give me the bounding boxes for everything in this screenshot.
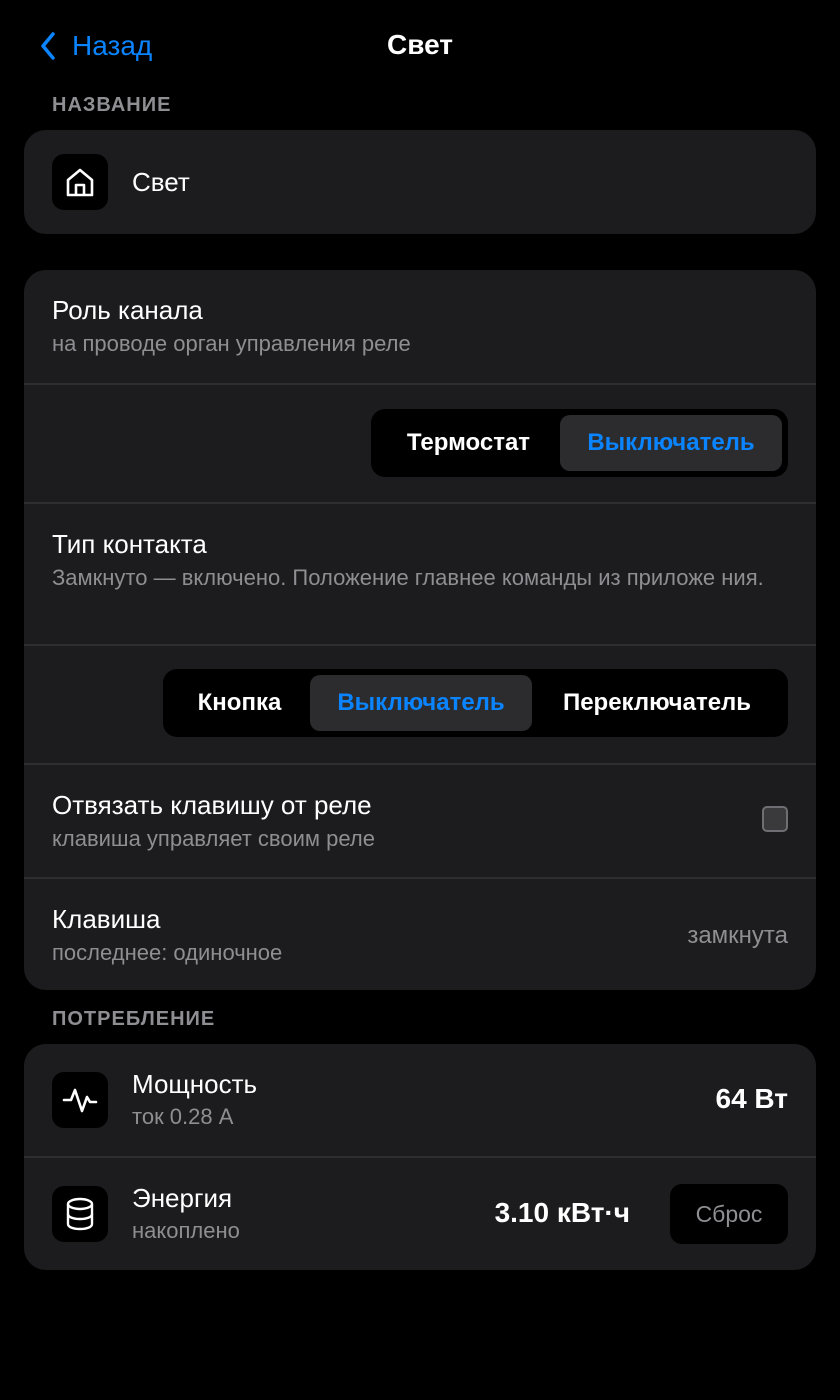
energy-title: Энергия <box>132 1183 233 1213</box>
detach-key-row[interactable]: Отвязать клавишу от реле клавиша управля… <box>24 763 816 877</box>
home-icon <box>52 154 108 210</box>
device-name: Свет <box>132 167 190 197</box>
contact-type-subtitle: Замкнуто — включено. Положение главнее к… <box>52 565 764 590</box>
detach-key-checkbox[interactable] <box>762 806 788 832</box>
segment-button[interactable]: Кнопка <box>169 675 310 731</box>
energy-subtitle: накоплено <box>132 1218 240 1243</box>
segment-thermostat[interactable]: Термостат <box>377 415 560 471</box>
contact-type-row: Тип контакта Замкнуто — включено. Положе… <box>24 502 816 644</box>
navigation-bar: Назад Свет <box>0 0 840 90</box>
page-title: Свет <box>387 29 453 60</box>
name-card: Свет <box>24 130 816 234</box>
section-header-consumption: ПОТРЕБЛЕНИЕ <box>52 1008 216 1030</box>
key-subtitle: последнее: одиночное <box>52 940 283 965</box>
key-title: Клавиша <box>52 904 161 934</box>
key-state-value: замкнута <box>687 922 788 949</box>
key-status-row: Клавиша последнее: одиночное замкнута <box>24 877 816 990</box>
channel-role-title: Роль канала <box>52 295 203 325</box>
segment-switch-role[interactable]: Выключатель <box>560 415 782 471</box>
channel-role-segmented-control[interactable]: Термостат Выключатель <box>371 409 788 477</box>
database-icon <box>52 1186 108 1242</box>
power-title: Мощность <box>132 1069 258 1099</box>
contact-type-selector-row: Кнопка Выключатель Переключатель <box>24 644 816 763</box>
detach-key-title: Отвязать клавишу от реле <box>52 790 372 820</box>
channel-role-row: Роль канала на проводе орган управления … <box>24 270 816 383</box>
section-header-name: НАЗВАНИЕ <box>52 94 172 116</box>
channel-settings-card: Роль канала на проводе орган управления … <box>24 270 816 990</box>
power-subtitle: ток 0.28 А <box>132 1104 234 1129</box>
contact-type-title: Тип контакта <box>52 529 207 559</box>
contact-type-segmented-control[interactable]: Кнопка Выключатель Переключатель <box>163 669 788 737</box>
power-row: Мощность ток 0.28 А 64 Вт <box>24 1044 816 1156</box>
channel-role-subtitle: на проводе орган управления реле <box>52 331 411 356</box>
channel-role-selector-row: Термостат Выключатель <box>24 383 816 502</box>
detach-key-subtitle: клавиша управляет своим реле <box>52 826 375 851</box>
energy-value: 3.10 кВт·ч <box>494 1197 630 1228</box>
segment-switch-contact[interactable]: Выключатель <box>310 675 532 731</box>
power-value: 64 Вт <box>715 1083 789 1114</box>
reset-energy-button[interactable]: Сброс <box>670 1184 788 1244</box>
consumption-card: Мощность ток 0.28 А 64 Вт Энергия накопл… <box>24 1044 816 1270</box>
name-row[interactable]: Свет <box>24 130 816 234</box>
energy-row: Энергия накоплено 3.10 кВт·ч Сброс <box>24 1156 816 1270</box>
segment-toggle[interactable]: Переключатель <box>532 675 782 731</box>
activity-pulse-icon <box>52 1072 108 1128</box>
